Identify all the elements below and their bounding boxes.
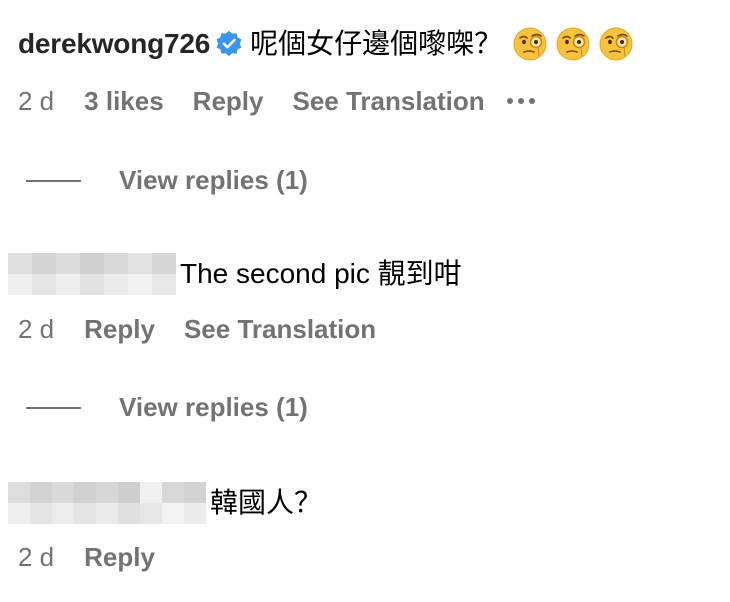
comment-row: 韓國人？ — [8, 482, 323, 524]
likes-count[interactable]: 3 likes — [84, 86, 164, 116]
comment-username[interactable]: derekwong726 — [18, 27, 210, 61]
comment-text: 韓國人？ — [210, 487, 323, 518]
blurred-username[interactable] — [8, 253, 176, 295]
comment-text: The second pic 靚到咁 — [180, 258, 462, 289]
verified-badge-icon — [215, 30, 243, 58]
see-translation-button[interactable]: See Translation — [292, 86, 484, 116]
view-replies-button[interactable]: View replies (1) — [26, 165, 308, 196]
face-with-monocle-icon — [512, 26, 548, 62]
blurred-username[interactable] — [8, 482, 206, 524]
comment-row: The second pic 靚到咁 — [8, 253, 462, 295]
reply-button[interactable]: Reply — [84, 542, 155, 572]
comment-text: 呢個女仔邊個嚟㗎？ — [250, 28, 503, 59]
face-with-monocle-icon — [555, 26, 591, 62]
comment-time[interactable]: 2 d — [18, 314, 54, 344]
comment-meta: 2 d 3 likes Reply See Translation — [18, 86, 535, 116]
view-replies-button[interactable]: View replies (1) — [26, 392, 308, 423]
divider-line — [26, 406, 81, 409]
comment-meta: 2 d Reply See Translation — [18, 314, 376, 344]
view-replies-label: View replies (1) — [119, 165, 308, 195]
comment-meta: 2 d Reply — [18, 542, 155, 572]
comment-time[interactable]: 2 d — [18, 542, 54, 572]
more-options-icon[interactable] — [506, 98, 535, 104]
view-replies-label: View replies (1) — [119, 392, 308, 422]
reply-button[interactable]: Reply — [84, 314, 155, 344]
comment-time[interactable]: 2 d — [18, 86, 54, 116]
divider-line — [26, 179, 81, 182]
reply-button[interactable]: Reply — [193, 86, 264, 116]
face-with-monocle-icon — [598, 26, 634, 62]
comment-row: derekwong726 呢個女仔邊個嚟㗎？ — [18, 26, 634, 62]
see-translation-button[interactable]: See Translation — [184, 314, 376, 344]
